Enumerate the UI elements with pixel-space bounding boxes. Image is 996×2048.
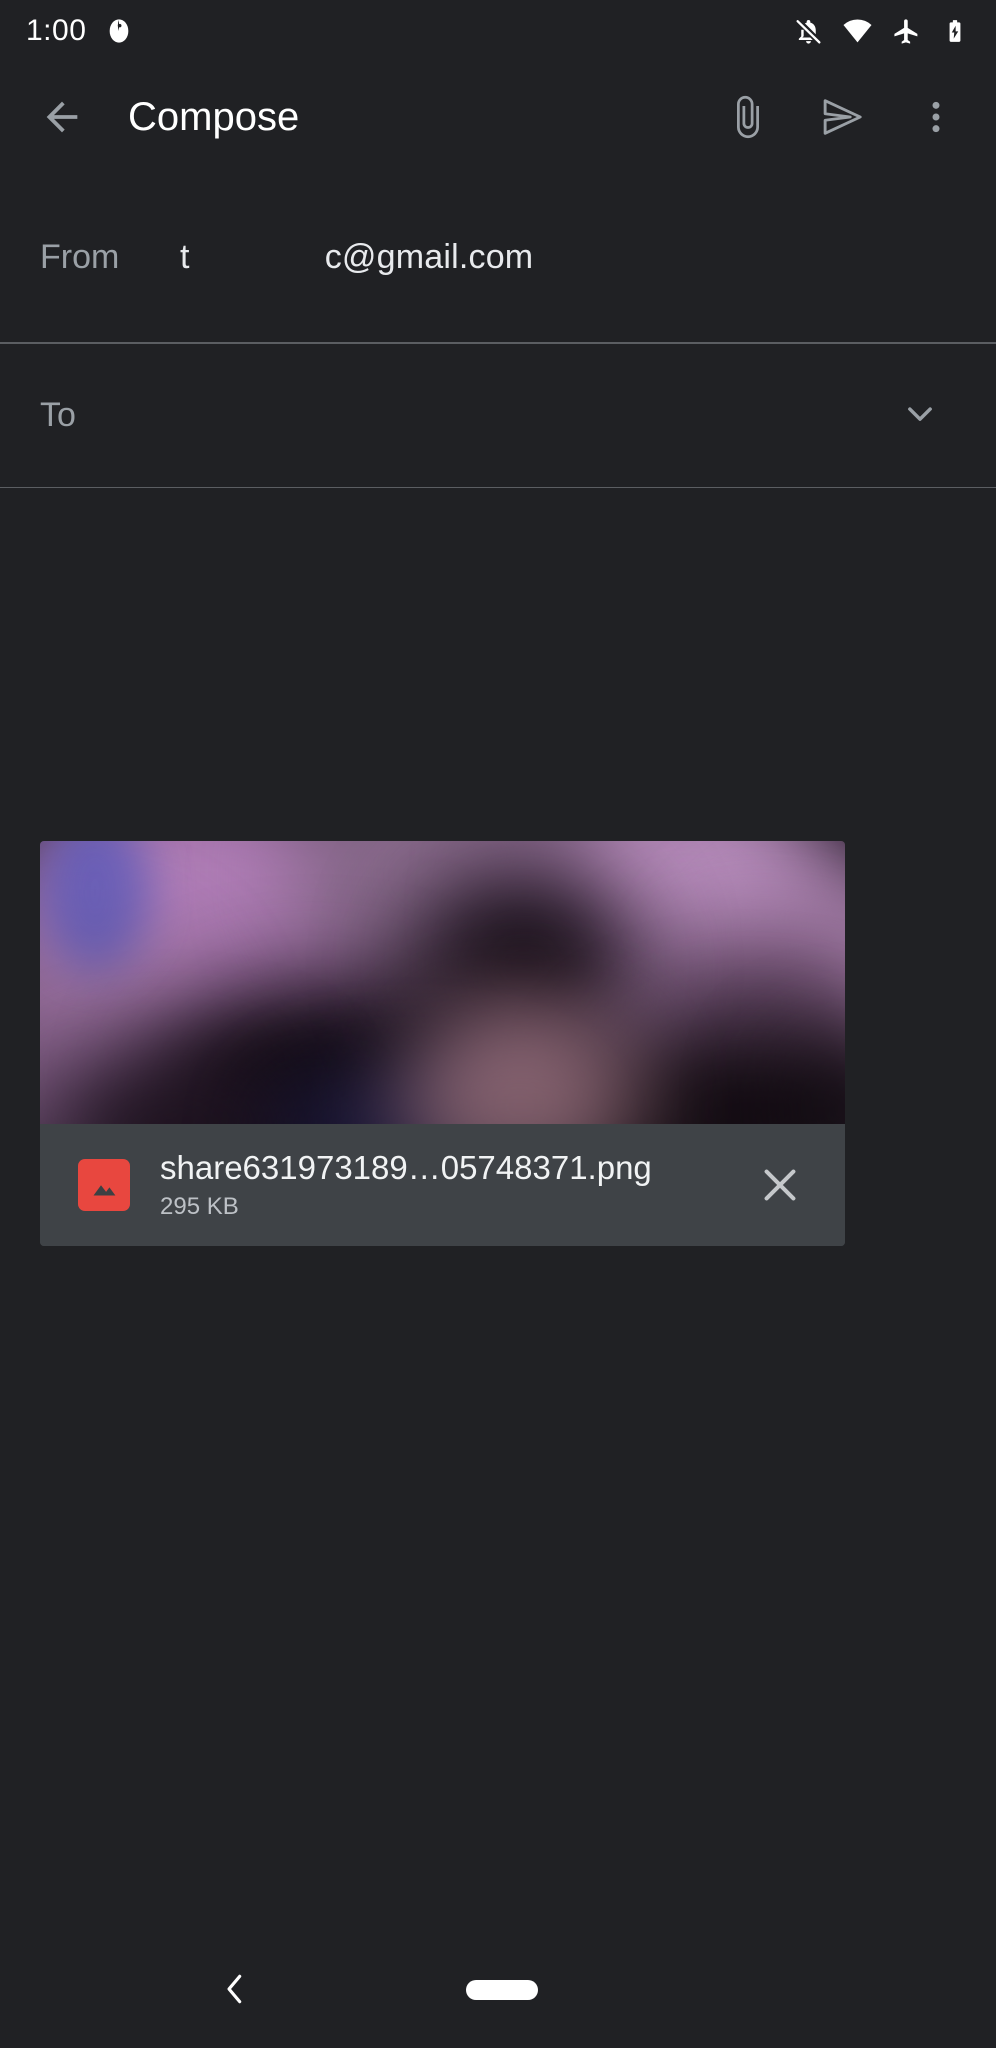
notifications-off-icon bbox=[793, 16, 823, 46]
status-clock: 1:00 bbox=[26, 14, 87, 47]
airplane-mode-icon bbox=[891, 16, 921, 46]
send-icon bbox=[823, 99, 862, 135]
close-icon bbox=[764, 1169, 796, 1201]
wifi-icon bbox=[842, 16, 872, 46]
system-navigation-bar bbox=[0, 1930, 996, 2048]
attachment-info-bar: share631973189…05748371.png 295 KB bbox=[40, 1124, 845, 1246]
from-label: From bbox=[40, 237, 120, 276]
status-bar-right bbox=[793, 16, 970, 46]
nav-home-pill[interactable] bbox=[466, 1980, 538, 2000]
nav-back-button[interactable] bbox=[190, 1930, 280, 2048]
remove-attachment-button[interactable] bbox=[741, 1146, 819, 1224]
chevron-down-icon bbox=[908, 407, 932, 421]
attachment-file-size: 295 KB bbox=[160, 1193, 239, 1221]
attachment-thumbnail[interactable] bbox=[40, 841, 845, 1124]
app-bar: Compose bbox=[0, 62, 996, 172]
to-row[interactable]: To bbox=[0, 344, 996, 487]
from-row[interactable]: From t c@gmail.com bbox=[0, 172, 996, 342]
more-options-button[interactable] bbox=[900, 81, 972, 153]
to-input-placeholder[interactable]: To bbox=[40, 396, 888, 435]
compose-body-area[interactable]: share631973189…05748371.png 295 KB bbox=[0, 488, 996, 1930]
from-address: t c@gmail.com bbox=[180, 237, 534, 276]
attach-file-icon bbox=[737, 95, 759, 139]
attachment-card[interactable]: share631973189…05748371.png 295 KB bbox=[40, 841, 845, 1246]
page-title: Compose bbox=[128, 94, 300, 139]
attachment-details: share631973189…05748371.png 295 KB bbox=[160, 1149, 741, 1222]
thumb-overlay bbox=[40, 841, 845, 1124]
recipients-expand-button[interactable] bbox=[888, 383, 952, 447]
more-options-icon bbox=[932, 101, 940, 133]
app-bar-actions bbox=[712, 81, 972, 153]
send-button[interactable] bbox=[806, 81, 878, 153]
image-file-icon bbox=[78, 1159, 130, 1211]
attachment-file-name: share631973189…05748371.png bbox=[160, 1148, 652, 1186]
back-arrow-icon bbox=[46, 101, 78, 133]
status-bar-left: 1:00 bbox=[26, 14, 134, 48]
back-button[interactable] bbox=[26, 81, 98, 153]
battery-charging-icon bbox=[940, 16, 970, 46]
attach-file-button[interactable] bbox=[712, 81, 784, 153]
nav-back-icon bbox=[227, 1974, 242, 2004]
notification-badge-icon bbox=[104, 16, 134, 46]
status-bar: 1:00 bbox=[0, 0, 996, 62]
